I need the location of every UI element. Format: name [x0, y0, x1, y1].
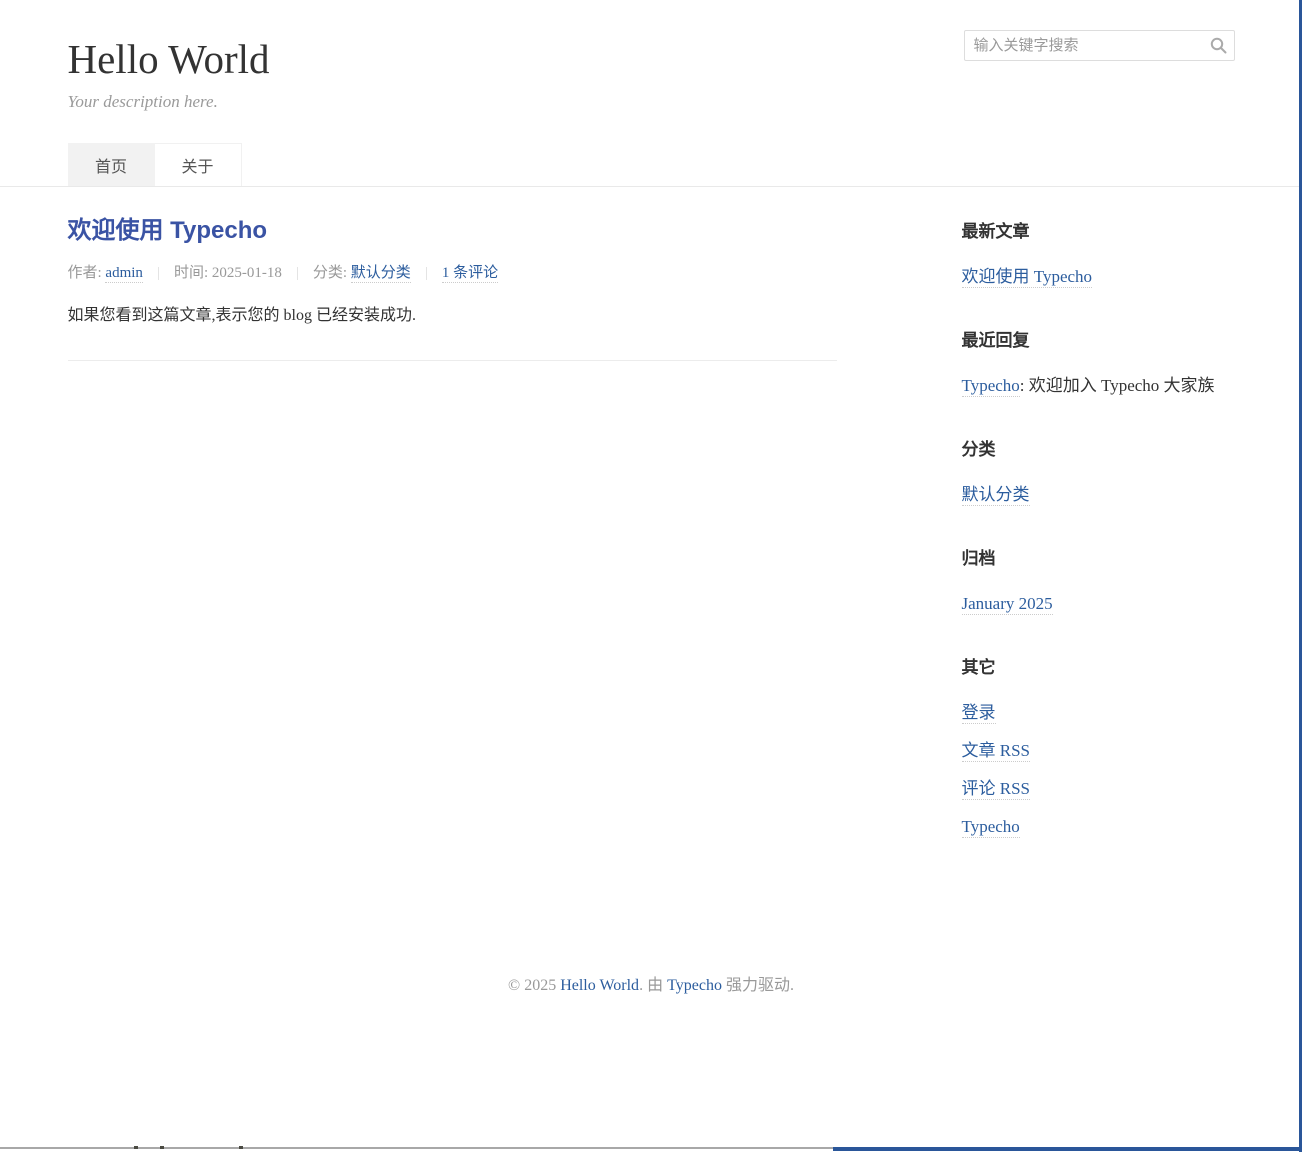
post: 欢迎使用 Typecho 作者: admin | 时间: 2025-01-18 | 分类… — [68, 217, 837, 328]
list-item: 文章 RSS — [962, 740, 1235, 763]
meta-separator: | — [425, 265, 428, 281]
widget-recent-comments: 最近回复 Typecho: 欢迎加入 Typecho 大家族 — [962, 326, 1235, 398]
widget-title: 最新文章 — [962, 217, 1235, 242]
sidebar: 最新文章 欢迎使用 Typecho 最近回复 Typecho: 欢迎加入 Typ… — [962, 187, 1235, 876]
meta-separator: | — [157, 265, 160, 281]
comment-rss-link[interactable]: 评论 RSS — [962, 779, 1031, 800]
login-link[interactable]: 登录 — [962, 703, 996, 724]
post-date: 2025-01-18 — [212, 265, 282, 281]
search-input[interactable] — [964, 30, 1235, 61]
list-item: 评论 RSS — [962, 778, 1235, 801]
site-footer: © 2025 Hello World. 由 Typecho 强力驱动. — [0, 971, 1302, 995]
author-label: 作者: — [68, 265, 102, 281]
comment-author-link[interactable]: Typecho — [962, 376, 1020, 397]
time-label: 时间: — [174, 265, 208, 281]
list-item: January 2025 — [962, 593, 1235, 616]
post-list: 欢迎使用 Typecho 作者: admin | 时间: 2025-01-18 | 分类… — [68, 187, 837, 876]
category-link[interactable]: 默认分类 — [962, 485, 1030, 506]
nav-tab-about[interactable]: 关于 — [155, 143, 242, 186]
taskbar-speck — [239, 1146, 243, 1149]
widget-recent-posts: 最新文章 欢迎使用 Typecho — [962, 217, 1235, 289]
widget-categories: 分类 默认分类 — [962, 435, 1235, 507]
typecho-link[interactable]: Typecho — [962, 817, 1020, 838]
nav-tab-home[interactable]: 首页 — [68, 143, 155, 186]
taskbar-speck — [160, 1146, 164, 1149]
post-rss-link[interactable]: 文章 RSS — [962, 741, 1031, 762]
category-link[interactable]: 默认分类 — [351, 265, 411, 283]
footer-engine-link[interactable]: Typecho — [667, 977, 722, 994]
widget-title: 最近回复 — [962, 326, 1235, 351]
comment-text: : 欢迎加入 Typecho 大家族 — [1020, 376, 1215, 395]
list-item: Typecho: 欢迎加入 Typecho 大家族 — [962, 375, 1235, 398]
widget-title: 归档 — [962, 544, 1235, 569]
widget-title: 其它 — [962, 653, 1235, 678]
site-header: Hello World Your description here. 首页 关于 — [0, 0, 1302, 187]
footer-middle-text: . 由 — [639, 977, 663, 994]
window-border-bottom — [833, 1147, 1302, 1151]
list-item: 登录 — [962, 702, 1235, 725]
post-divider — [68, 360, 837, 361]
footer-site-link[interactable]: Hello World — [560, 977, 639, 994]
widget-archives: 归档 January 2025 — [962, 544, 1235, 616]
search-icon[interactable] — [1210, 37, 1227, 54]
taskbar-edge-line — [0, 1147, 833, 1149]
widget-title: 分类 — [962, 435, 1235, 460]
author-link[interactable]: admin — [105, 265, 143, 283]
post-excerpt: 如果您看到这篇文章,表示您的 blog 已经安装成功. — [68, 304, 837, 328]
recent-post-link[interactable]: 欢迎使用 Typecho — [962, 267, 1093, 288]
copyright-text: © 2025 — [508, 977, 556, 994]
list-item: Typecho — [962, 816, 1235, 839]
category-label: 分类: — [313, 265, 347, 281]
widget-misc: 其它 登录 文章 RSS 评论 RSS Typecho — [962, 653, 1235, 839]
site-description: Your description here. — [68, 92, 1235, 112]
post-title-link[interactable]: 欢迎使用 Typecho — [68, 217, 837, 246]
archive-link[interactable]: January 2025 — [962, 594, 1053, 615]
post-meta: 作者: admin | 时间: 2025-01-18 | 分类: 默认分类 | 1 条评论 — [68, 261, 837, 282]
footer-suffix-text: 强力驱动. — [726, 977, 794, 994]
search-box — [964, 30, 1235, 61]
comments-link[interactable]: 1 条评论 — [442, 265, 498, 283]
main-nav: 首页 关于 — [68, 143, 1235, 186]
meta-separator: | — [296, 265, 299, 281]
taskbar-speck — [134, 1146, 138, 1149]
list-item: 欢迎使用 Typecho — [962, 266, 1235, 289]
list-item: 默认分类 — [962, 484, 1235, 507]
